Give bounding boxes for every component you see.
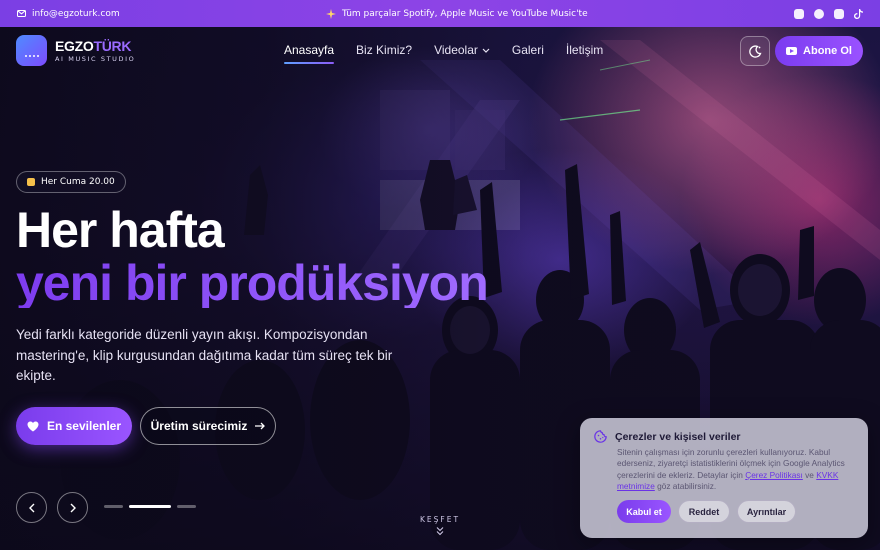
hero-title-line1: Her hafta xyxy=(16,202,225,258)
brand[interactable]: EGZOTÜRK AI MUSIC STUDIO xyxy=(55,38,135,63)
slide-dot-1[interactable] xyxy=(104,505,123,508)
cookie-title: Çerezler ve kişisel veriler xyxy=(594,430,854,443)
nav-item-about[interactable]: Biz Kimiz? xyxy=(356,43,412,57)
arrow-right-icon xyxy=(255,422,266,430)
heart-icon xyxy=(27,421,39,431)
cookie-policy-link[interactable]: Çerez Politikası xyxy=(745,470,803,480)
brand-name: EGZOTÜRK xyxy=(55,38,132,54)
announcement-bar: info@egzoturk.com Tüm parçalar Spotify, … xyxy=(0,0,880,27)
subscribe-button[interactable]: Abone Ol xyxy=(775,36,863,66)
schedule-badge: Her Cuma 20.00 xyxy=(16,171,126,193)
youtube-icon[interactable] xyxy=(793,8,804,19)
chevron-right-icon xyxy=(70,503,76,512)
explore-scroll[interactable]: KEŞFET xyxy=(410,515,470,538)
chevron-down-icon xyxy=(482,48,490,53)
nav-item-contact[interactable]: İletişim xyxy=(566,43,603,57)
chevron-left-icon xyxy=(28,503,34,512)
cookie-icon xyxy=(594,430,607,443)
cookie-details-button[interactable]: Ayrıntılar xyxy=(737,500,796,523)
slide-dot-3[interactable] xyxy=(177,505,196,508)
main-nav: Anasayfa Biz Kimiz? Videolar Galeri İlet… xyxy=(284,43,603,64)
announcement: Tüm parçalar Spotify, Apple Music ve You… xyxy=(325,8,588,19)
slide-dot-2[interactable] xyxy=(129,505,171,508)
cookie-consent-panel: Çerezler ve kişisel veriler Sitenin çalı… xyxy=(580,418,868,538)
reject-cookies-button[interactable]: Reddet xyxy=(678,500,730,523)
cookie-actions: Kabul et Reddet Ayrıntılar xyxy=(617,500,796,523)
double-chevron-down-icon xyxy=(436,527,444,536)
email-text: info@egzoturk.com xyxy=(32,8,120,19)
tiktok-icon[interactable] xyxy=(854,8,864,19)
theme-toggle-button[interactable] xyxy=(740,36,770,66)
hero-description: Yedi farklı kategoride düzenli yayın akı… xyxy=(16,327,393,383)
prev-slide-button[interactable] xyxy=(16,492,47,523)
sparkle-icon xyxy=(325,8,336,19)
nav-item-home[interactable]: Anasayfa xyxy=(284,43,335,64)
slide-indicators xyxy=(104,505,196,508)
explore-label: KEŞFET xyxy=(419,515,461,524)
instagram-icon[interactable] xyxy=(833,8,844,19)
calendar-icon xyxy=(27,178,35,186)
youtube-icon xyxy=(786,47,798,55)
announcement-text: Tüm parçalar Spotify, Apple Music ve You… xyxy=(341,8,588,19)
nav-item-gallery[interactable]: Galeri xyxy=(512,43,544,57)
moon-sun-icon xyxy=(748,44,761,58)
accept-cookies-button[interactable]: Kabul et xyxy=(617,500,671,523)
cookie-text: Sitenin çalışması için zorunlu çerezleri… xyxy=(617,447,845,491)
brand-tagline: AI MUSIC STUDIO xyxy=(55,55,136,63)
mail-icon xyxy=(16,9,26,19)
next-slide-button[interactable] xyxy=(57,492,88,523)
logo-icon[interactable] xyxy=(16,35,47,66)
spotify-icon[interactable] xyxy=(813,8,824,19)
site-header: EGZOTÜRK AI MUSIC STUDIO Anasayfa Biz Ki… xyxy=(0,27,880,75)
hero-title-line2: yeni bir prodüksiyon xyxy=(16,255,489,311)
nav-item-videos[interactable]: Videolar xyxy=(434,43,490,57)
favorites-button[interactable]: En sevilenler xyxy=(16,407,132,445)
contact-email[interactable]: info@egzoturk.com xyxy=(16,9,120,19)
production-process-button[interactable]: Üretim sürecimiz xyxy=(140,407,276,445)
social-links xyxy=(793,8,864,19)
